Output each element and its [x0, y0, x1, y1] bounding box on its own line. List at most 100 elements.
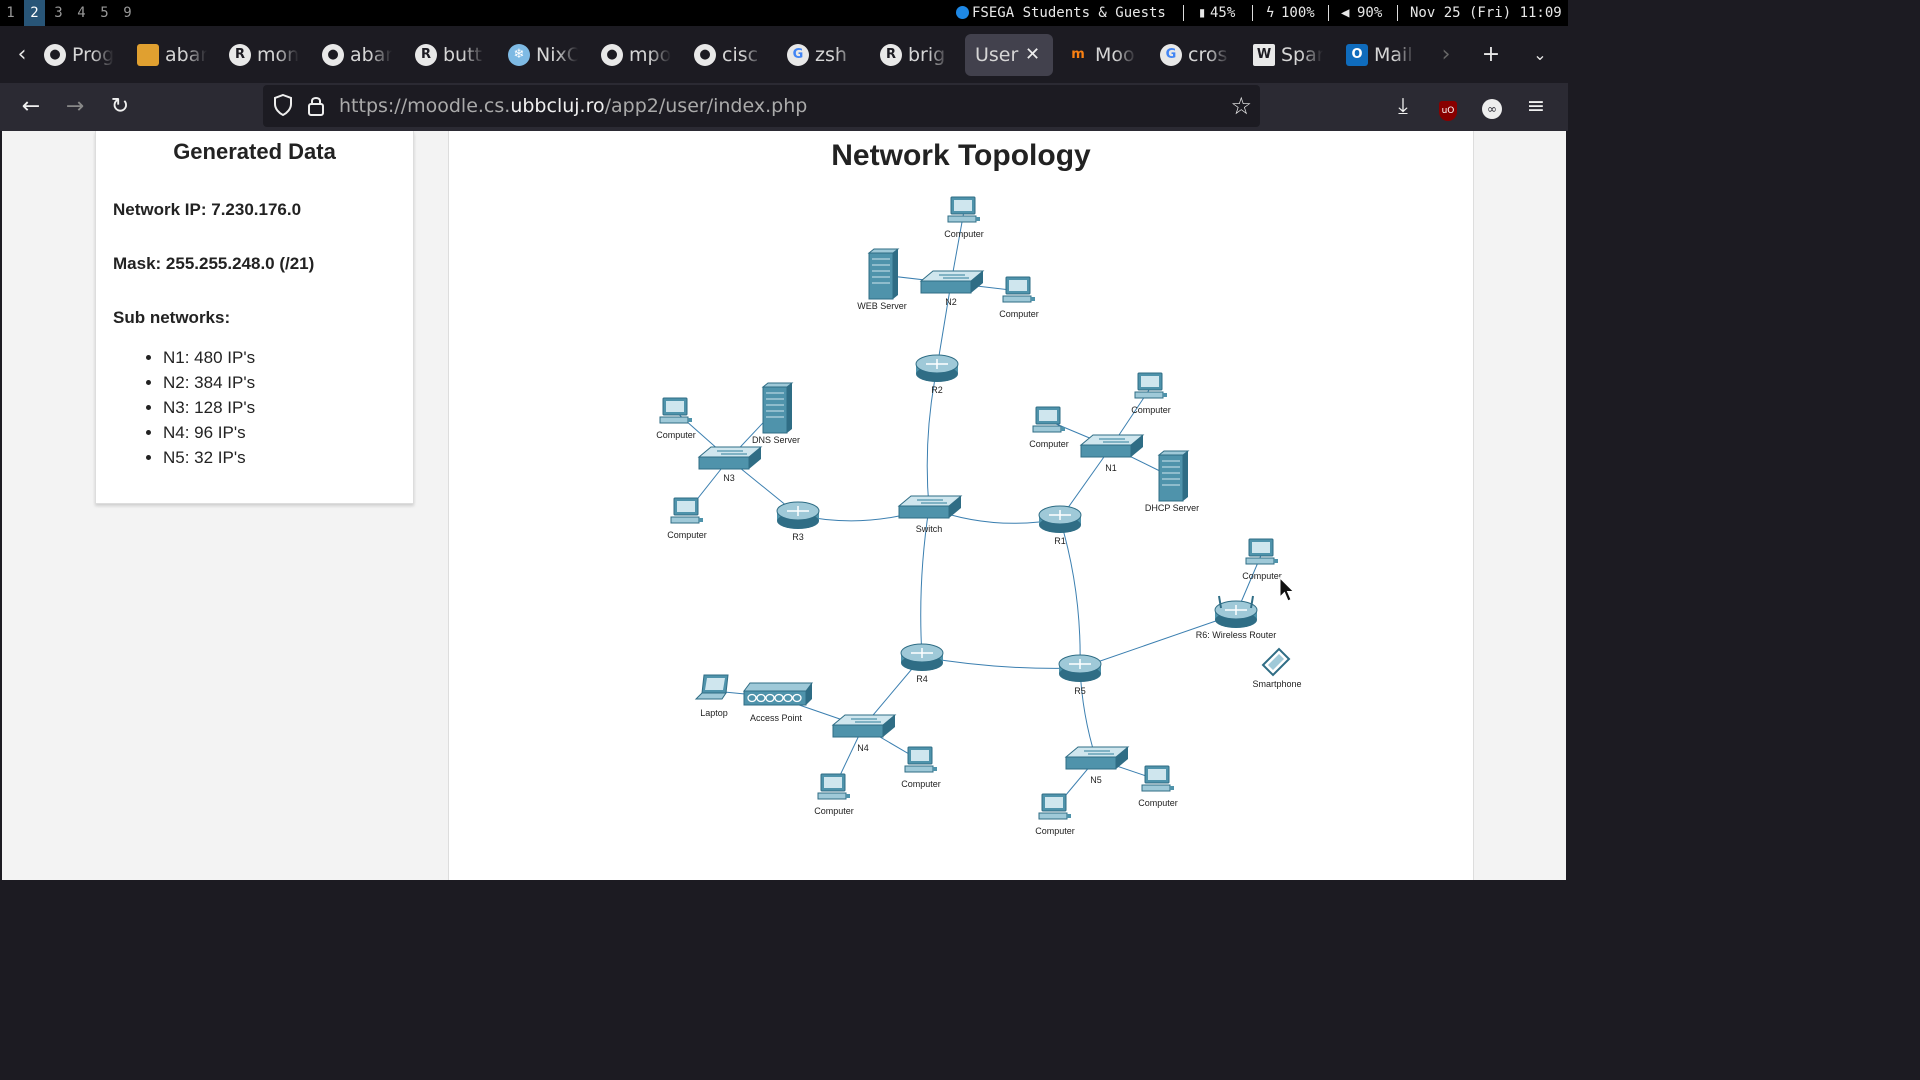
divider: [1183, 5, 1184, 21]
list-item: N3: 128 IP's: [163, 395, 255, 420]
tab-butt[interactable]: Rbutt: [415, 34, 485, 76]
tab-prog[interactable]: ●Prog: [44, 34, 114, 76]
ublock-icon[interactable]: uO: [1430, 89, 1466, 125]
navigation-bar: ← → ↻ https://moodle.cs.ubbcluj.ro/app2/…: [0, 83, 1568, 131]
link-r5-r6: [1079, 613, 1237, 669]
n2-right-pc-label: Computer: [999, 309, 1039, 319]
outlook-icon: O: [1346, 44, 1368, 66]
forward-button[interactable]: →: [57, 89, 93, 125]
list-item: N2: 384 IP's: [163, 370, 255, 395]
n2-right-pc-node: Computer: [999, 276, 1039, 319]
n4-bottom-pc-label: Computer: [814, 806, 854, 816]
n5-node: N5: [1064, 746, 1130, 785]
n1-label: N1: [1105, 463, 1117, 473]
lock-icon[interactable]: [307, 95, 325, 121]
page-content: Generated Data Network IP: 7.230.176.0 M…: [2, 131, 1566, 880]
r6-node: R6: Wireless Router: [1196, 595, 1277, 640]
access-point-node: Access Point: [743, 682, 813, 723]
tab-abar-2[interactable]: ●abar: [322, 34, 392, 76]
wikipedia-icon: W: [1253, 44, 1275, 66]
generated-data-title: Generated Data: [173, 139, 336, 164]
bookmark-star-icon[interactable]: ☆: [1230, 92, 1252, 120]
workspace-1[interactable]: 1: [0, 0, 21, 26]
url-text[interactable]: https://moodle.cs.ubbcluj.ro/app2/user/i…: [339, 85, 807, 127]
laptop-label: Laptop: [700, 708, 728, 718]
rust-icon: R: [415, 44, 437, 66]
google-icon: G: [1160, 44, 1182, 66]
n5-right-pc-node: Computer: [1138, 765, 1178, 808]
n1-top-pc-label: Computer: [1131, 405, 1171, 415]
tab-abar[interactable]: abar: [137, 34, 207, 76]
back-button[interactable]: ←: [13, 89, 49, 125]
battery-1-level: 45%: [1210, 5, 1236, 21]
url-bar[interactable]: https://moodle.cs.ubbcluj.ro/app2/user/i…: [263, 85, 1260, 127]
network-name: FSEGA Students & Guests: [972, 5, 1166, 21]
r1-node: R1: [1038, 505, 1082, 546]
r6-pc-label: Computer: [1242, 571, 1282, 581]
n1-left-pc-node: Computer: [1029, 406, 1069, 449]
n2-top-pc-node: Computer: [944, 196, 984, 239]
n5-right-pc-label: Computer: [1138, 798, 1178, 808]
subnetworks-heading: Sub networks:: [113, 308, 231, 327]
workspace-4[interactable]: 4: [71, 0, 92, 26]
battery-2-level: 100%: [1281, 5, 1315, 21]
tab-nixos[interactable]: ❄NixO: [508, 34, 578, 76]
list-item: N1: 480 IP's: [163, 345, 255, 370]
workspace-2[interactable]: 2: [24, 0, 45, 26]
web-server-label: WEB Server: [857, 301, 907, 311]
network-mask: Mask: 255.255.248.0 (/21): [113, 254, 315, 273]
shield-icon[interactable]: [273, 93, 293, 120]
dns-server-node: DNS Server: [752, 382, 800, 445]
scroll-tabs-left-button[interactable]: ‹: [4, 34, 40, 76]
web-server-node: WEB Server: [857, 248, 907, 311]
r6-pc-node: Computer: [1242, 538, 1282, 581]
divider: [1397, 5, 1398, 21]
r6-label: R6: Wireless Router: [1196, 630, 1277, 640]
n3-pc-node: Computer: [656, 397, 696, 440]
menu-icon[interactable]: ≡: [1518, 89, 1554, 125]
r3-node: R3: [776, 501, 820, 542]
workspace-9[interactable]: 9: [117, 0, 138, 26]
n3-bottom-pc-label: Computer: [667, 530, 707, 540]
r5-node: R5: [1058, 654, 1102, 696]
list-tabs-button[interactable]: ⌄: [1522, 34, 1558, 76]
tab-cros[interactable]: Gcros: [1160, 34, 1230, 76]
list-item: N5: 32 IP's: [163, 445, 255, 470]
tab-mpo[interactable]: ●mpo: [601, 34, 671, 76]
new-tab-button[interactable]: +: [1473, 34, 1509, 76]
plug-icon: ϟ: [1266, 5, 1275, 21]
n5-bottom-pc-node: Computer: [1035, 793, 1075, 836]
reload-button[interactable]: ↻: [102, 89, 138, 125]
n5-label: N5: [1090, 775, 1102, 785]
tab-bar: ‹ ●Prog abar Rmon ●abar Rbutt ❄NixO ●mpo…: [0, 29, 1568, 81]
smartphone-node: Smartphone: [1252, 647, 1302, 689]
tab-zsh[interactable]: Gzsh: [787, 34, 857, 76]
r1-label: R1: [1054, 536, 1066, 546]
tab-mon[interactable]: Rmon: [229, 34, 299, 76]
r2-node: R2: [915, 354, 959, 395]
workspace-5[interactable]: 5: [94, 0, 115, 26]
tab-spar[interactable]: WSpar: [1253, 34, 1323, 76]
n4-bottom-pc-node: Computer: [814, 773, 854, 816]
tab-mail[interactable]: OMail: [1346, 34, 1416, 76]
topology-card: Network Topology Computer WEB Server N2 Com…: [448, 131, 1474, 880]
tab-cisc[interactable]: ● cisc: [694, 34, 764, 76]
scroll-tabs-right-button[interactable]: ›: [1428, 34, 1464, 76]
access-point-label: Access Point: [750, 713, 803, 723]
tab-user-active[interactable]: User ✕: [965, 34, 1053, 76]
downloads-icon[interactable]: ⤓: [1385, 89, 1421, 125]
tab-brig[interactable]: Rbrig: [880, 34, 950, 76]
extension-glasses-icon[interactable]: ∞: [1474, 89, 1510, 125]
github-icon: ●: [694, 44, 716, 66]
system-bar: 1 2 3 4 5 9 FSEGA Students & Guests ▮ 45…: [0, 0, 1568, 26]
n4-right-pc-label: Computer: [901, 779, 941, 789]
workspace-3[interactable]: 3: [48, 0, 69, 26]
r2-label: R2: [931, 385, 943, 395]
n3-label: N3: [723, 473, 735, 483]
close-tab-icon[interactable]: ✕: [1025, 34, 1040, 76]
n1-left-pc-label: Computer: [1029, 439, 1069, 449]
nixos-icon: ❄: [508, 44, 530, 66]
r5-label: R5: [1074, 686, 1086, 696]
volume-icon: ◀: [1341, 5, 1350, 21]
tab-moodle[interactable]: mMoo: [1067, 34, 1137, 76]
